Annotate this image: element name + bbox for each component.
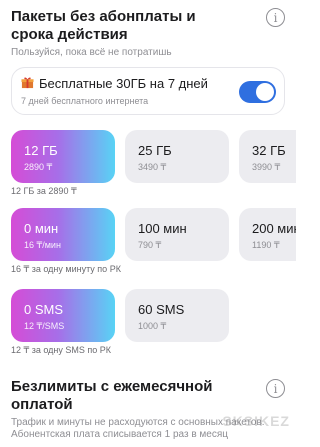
section-header-packages: Пакеты без абонплаты и срока действия По… bbox=[11, 8, 241, 58]
package-tile-data-32gb[interactable]: 32 ГБ 3990 ₸ bbox=[239, 130, 296, 183]
data-package-row: 12 ГБ 2890 ₸ 25 ГБ 3490 ₸ 32 ГБ 3990 ₸ bbox=[11, 130, 296, 183]
package-price: 3490 ₸ bbox=[138, 162, 167, 172]
package-price: 2890 ₸ bbox=[24, 162, 53, 172]
free-trial-subtitle: 7 дней бесплатного интернета bbox=[21, 96, 149, 106]
gift-icon bbox=[21, 77, 34, 89]
section-subtitle: Пользуйся, пока всё не потратишь bbox=[11, 47, 172, 58]
package-tile-sms-60[interactable]: 60 SMS 1000 ₸ bbox=[125, 289, 229, 342]
minutes-package-caption: 16 ₸ за одну минуту по РК bbox=[11, 264, 121, 274]
sms-package-caption: 12 ₸ за одну SMS по РК bbox=[11, 345, 112, 355]
info-icon[interactable]: i bbox=[266, 379, 285, 398]
package-amount: 0 SMS bbox=[24, 302, 64, 317]
package-tile-sms-0[interactable]: 0 SMS 12 ₸/SMS bbox=[11, 289, 115, 342]
package-price: 1000 ₸ bbox=[138, 321, 167, 331]
sms-package-row: 0 SMS 12 ₸/SMS 60 SMS 1000 ₸ bbox=[11, 289, 296, 342]
package-amount: 12 ГБ bbox=[24, 143, 58, 158]
package-amount: 100 мин bbox=[138, 221, 187, 236]
free-trial-toggle[interactable] bbox=[239, 81, 276, 103]
package-price: 1190 ₸ bbox=[252, 240, 280, 250]
package-price: 12 ₸/SMS bbox=[24, 321, 65, 331]
package-tile-minutes-200[interactable]: 200 мин 1190 ₸ bbox=[239, 208, 296, 261]
package-tile-data-12gb[interactable]: 12 ГБ 2890 ₸ bbox=[11, 130, 115, 183]
free-trial-card[interactable]: Бесплатные 30ГБ на 7 дней 7 дней бесплат… bbox=[11, 67, 285, 115]
data-package-caption: 12 ГБ за 2890 ₸ bbox=[11, 186, 77, 196]
package-tile-minutes-0[interactable]: 0 мин 16 ₸/мин bbox=[11, 208, 115, 261]
minutes-package-row: 0 мин 16 ₸/мин 100 мин 790 ₸ 200 мин 119… bbox=[11, 208, 296, 261]
package-amount: 25 ГБ bbox=[138, 143, 172, 158]
package-amount: 0 мин bbox=[24, 221, 59, 236]
watermark: SKSIKEZ bbox=[222, 413, 290, 429]
package-amount: 60 SMS bbox=[138, 302, 185, 317]
tariff-packages-screen: Пакеты без абонплаты и срока действия По… bbox=[0, 0, 296, 447]
toggle-knob bbox=[256, 83, 274, 101]
package-amount: 32 ГБ bbox=[252, 143, 286, 158]
free-trial-title: Бесплатные 30ГБ на 7 дней bbox=[39, 76, 208, 91]
section-title: Пакеты без абонплаты и срока действия bbox=[11, 8, 196, 43]
package-tile-minutes-100[interactable]: 100 мин 790 ₸ bbox=[125, 208, 229, 261]
package-price: 16 ₸/мин bbox=[24, 240, 61, 250]
package-tile-data-25gb[interactable]: 25 ГБ 3490 ₸ bbox=[125, 130, 229, 183]
package-price: 3990 ₸ bbox=[252, 162, 281, 172]
section-title: Безлимиты с ежемесячной оплатой bbox=[11, 378, 213, 413]
info-icon[interactable]: i bbox=[266, 8, 285, 27]
package-price: 790 ₸ bbox=[138, 240, 162, 250]
section-header-unlimited: Безлимиты с ежемесячной оплатой Трафик и… bbox=[11, 378, 283, 441]
package-amount: 200 мин bbox=[252, 221, 296, 236]
